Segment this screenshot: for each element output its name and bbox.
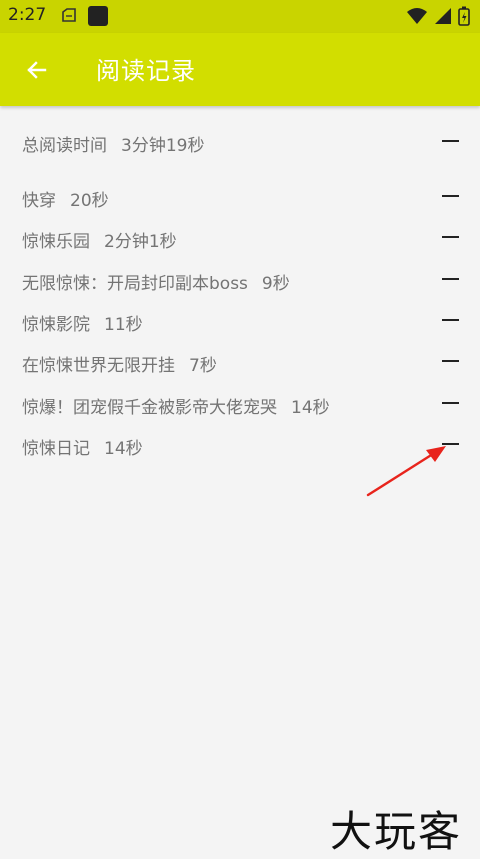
list-item: 在惊悚世界无限开挂 7秒: [0, 341, 480, 381]
total-label: 总阅读时间: [22, 136, 107, 156]
battery-charging-icon: [458, 6, 470, 30]
list-item: 惊爆！团宠假千金被影帝大佬宠哭 14秒: [0, 383, 480, 423]
notification-icon: [60, 8, 78, 28]
book-reading-time: 20秒: [70, 191, 109, 211]
list-item: 无限惊悚：开局封印副本boss 9秒: [0, 259, 480, 299]
book-reading-time: 2分钟1秒: [104, 232, 177, 252]
book-reading-time: 14秒: [104, 439, 143, 459]
minus-icon[interactable]: [442, 278, 459, 280]
back-button[interactable]: [18, 51, 56, 89]
book-reading-time: 7秒: [189, 356, 217, 376]
arrow-left-icon: [27, 61, 47, 79]
minus-icon[interactable]: [442, 195, 459, 197]
list-item: 快穿 20秒: [0, 176, 480, 216]
status-time: 2:27: [8, 5, 47, 25]
annotation-arrow-icon: [366, 446, 446, 497]
app-bar: 阅读记录: [0, 33, 480, 106]
book-reading-time: 14秒: [291, 398, 330, 418]
book-title: 惊爆！团宠假千金被影帝大佬宠哭: [22, 398, 277, 418]
book-title: 惊悚影院: [22, 315, 90, 335]
minus-icon[interactable]: [442, 140, 459, 142]
status-bar: 2:27: [0, 0, 480, 33]
app-notification-icon: [88, 6, 108, 26]
total-time: 3分钟19秒: [121, 136, 205, 156]
signal-icon: [434, 7, 452, 29]
book-title: 无限惊悚：开局封印副本boss: [22, 274, 248, 294]
minus-icon[interactable]: [442, 319, 459, 321]
list-item: 惊悚影院 11秒: [0, 300, 480, 340]
book-reading-time: 11秒: [104, 315, 143, 335]
minus-icon[interactable]: [442, 236, 459, 238]
watermark-logo: 大玩客: [330, 807, 463, 856]
book-title: 惊悚日记: [22, 439, 90, 459]
minus-icon[interactable]: [442, 402, 459, 404]
book-reading-time: 9秒: [261, 274, 290, 294]
book-title: 惊悚乐园: [22, 232, 90, 252]
list-item: 惊悚乐园 2分钟1秒: [0, 217, 480, 257]
book-title: 在惊悚世界无限开挂: [22, 356, 175, 376]
page-title: 阅读记录: [96, 57, 196, 85]
minus-icon[interactable]: [442, 360, 459, 362]
wifi-icon: [406, 7, 428, 29]
status-indicators: [406, 6, 470, 30]
total-reading-time-row: 总阅读时间 3分钟19秒: [0, 121, 480, 161]
book-title: 快穿: [22, 191, 56, 211]
